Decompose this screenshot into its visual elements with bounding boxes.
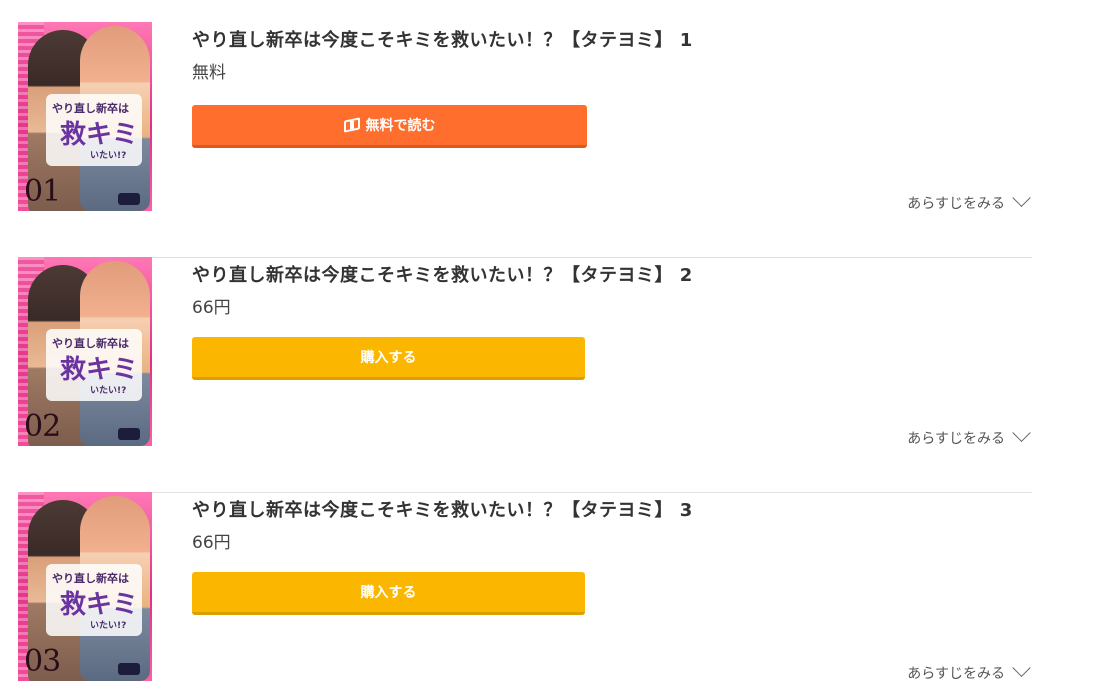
- volume-title[interactable]: やり直し新卒は今度こそキミを救いたい！？【タテヨミ】 3: [192, 496, 693, 522]
- synopsis-toggle[interactable]: あらすじをみる: [907, 658, 1032, 683]
- cover-image[interactable]: やり直し新卒は 救キミ いたい!? 03: [18, 492, 152, 681]
- cover-volume-number: 01: [24, 174, 61, 209]
- purchase-button[interactable]: 購入する: [192, 572, 585, 615]
- volume-title[interactable]: やり直し新卒は今度こそキミを救いたい！？【タテヨミ】 1: [192, 26, 693, 52]
- publisher-mark: [118, 663, 140, 675]
- publisher-mark: [118, 193, 140, 205]
- chevron-down-icon: [1012, 658, 1031, 677]
- volume-title[interactable]: やり直し新卒は今度こそキミを救いたい！？【タテヨミ】 2: [192, 261, 693, 287]
- cover-image[interactable]: やり直し新卒は 救キミ いたい!? 02: [18, 257, 152, 446]
- cover-volume-number: 02: [24, 409, 61, 444]
- chevron-down-icon: [1012, 423, 1031, 442]
- volume-price: 66円: [192, 533, 231, 553]
- purchase-button-label: 購入する: [360, 585, 417, 601]
- synopsis-label: あらすじをみる: [907, 196, 1005, 212]
- synopsis-toggle[interactable]: あらすじをみる: [907, 188, 1032, 213]
- cover-logo: やり直し新卒は 救キミ いたい!?: [46, 94, 142, 166]
- synopsis-label: あらすじをみる: [907, 666, 1005, 682]
- synopsis-label: あらすじをみる: [907, 431, 1005, 447]
- book-open-icon: [344, 117, 362, 133]
- volume-price: 無料: [192, 63, 226, 83]
- synopsis-toggle[interactable]: あらすじをみる: [907, 423, 1032, 448]
- cover-logo: やり直し新卒は 救キミ いたい!?: [46, 564, 142, 636]
- cover-image[interactable]: やり直し新卒は 救キミ いたい!? 01: [18, 22, 152, 211]
- read-free-button[interactable]: 無料で読む: [192, 105, 587, 148]
- read-free-button-label: 無料で読む: [365, 118, 436, 134]
- chevron-down-icon: [1012, 188, 1031, 207]
- cover-volume-number: 03: [24, 644, 61, 679]
- volume-item: やり直し新卒は 救キミ いたい!? 03 やり直し新卒は今度こそキミを救いたい！…: [18, 492, 1032, 691]
- volume-price: 66円: [192, 298, 231, 318]
- publisher-mark: [118, 428, 140, 440]
- volume-item: やり直し新卒は 救キミ いたい!? 02 やり直し新卒は今度こそキミを救いたい！…: [18, 257, 1032, 493]
- volume-item: やり直し新卒は 救キミ いたい!? 01 やり直し新卒は今度こそキミを救いたい！…: [18, 22, 1032, 258]
- purchase-button[interactable]: 購入する: [192, 337, 585, 380]
- purchase-button-label: 購入する: [360, 350, 417, 366]
- cover-logo: やり直し新卒は 救キミ いたい!?: [46, 329, 142, 401]
